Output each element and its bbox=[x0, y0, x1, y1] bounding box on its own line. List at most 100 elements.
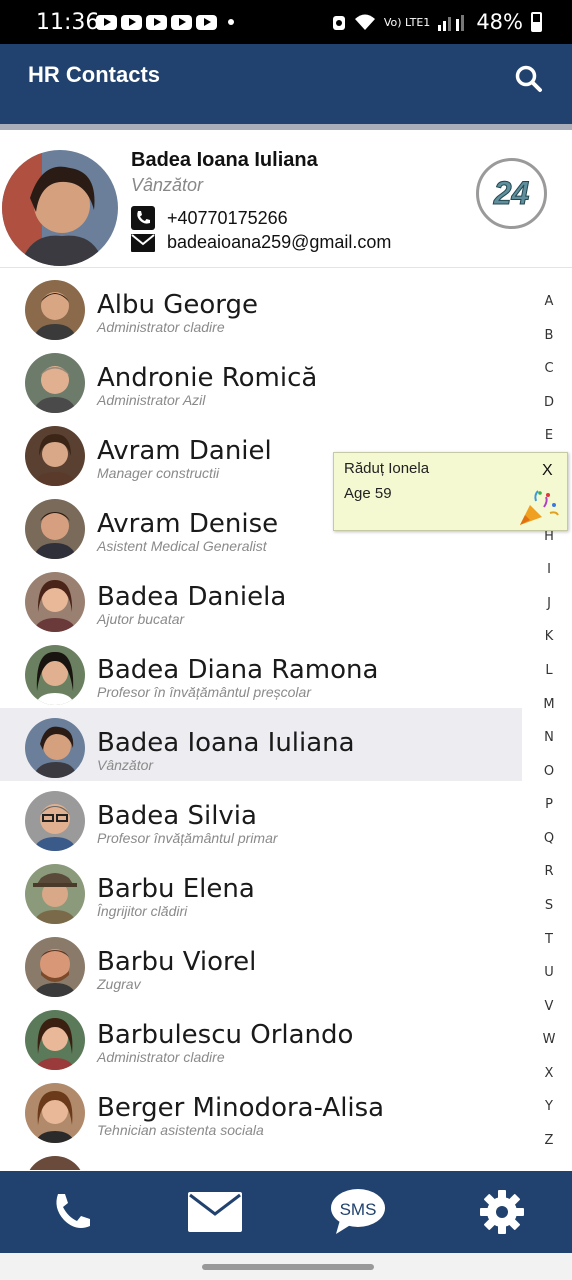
index-letter[interactable]: O bbox=[531, 764, 567, 779]
contact-row[interactable] bbox=[0, 1146, 522, 1170]
contact-job: Administrator Azil bbox=[97, 392, 206, 408]
settings-button[interactable] bbox=[474, 1185, 530, 1239]
bottom-bar: SMS bbox=[0, 1171, 572, 1253]
contact-row[interactable]: Barbu Elena Îngrijitor clădiri bbox=[0, 854, 522, 927]
contact-list[interactable]: Albu George Administrator cladire Andron… bbox=[0, 270, 522, 1170]
contact-row[interactable]: Albu George Administrator cladire bbox=[0, 270, 522, 343]
party-popper-icon bbox=[520, 490, 559, 525]
index-letter[interactable]: K bbox=[531, 629, 567, 644]
email-button[interactable] bbox=[187, 1185, 243, 1239]
birthday-age: Age 59 bbox=[344, 485, 392, 502]
profile-name: Badea Ioana Iuliana bbox=[131, 149, 318, 171]
index-letter[interactable]: X bbox=[531, 1066, 567, 1081]
contact-row[interactable]: Barbu Viorel Zugrav bbox=[0, 927, 522, 1000]
index-letter[interactable]: M bbox=[531, 697, 567, 712]
contact-row[interactable]: Berger Minodora-Alisa Tehnician asistent… bbox=[0, 1073, 522, 1146]
signal-icon bbox=[438, 15, 465, 31]
avatar bbox=[25, 645, 85, 705]
index-letter[interactable]: R bbox=[531, 864, 567, 879]
contact-job: Profesor în învățământul preșcolar bbox=[97, 684, 311, 700]
avatar bbox=[25, 280, 85, 340]
youtube-icon bbox=[96, 15, 117, 30]
avatar bbox=[25, 1010, 85, 1070]
index-letter[interactable]: E bbox=[531, 428, 567, 443]
birthday-name: Răduț Ionela bbox=[344, 460, 430, 477]
contact-row[interactable]: Barbulescu Orlando Administrator cladire bbox=[0, 1000, 522, 1073]
birthday-popup[interactable]: Răduț Ionela Age 59 X bbox=[333, 452, 568, 531]
index-letter[interactable]: N bbox=[531, 730, 567, 745]
contact-job: Vânzător bbox=[97, 757, 154, 773]
contact-job: Administrator cladire bbox=[97, 1049, 225, 1065]
index-letter[interactable]: B bbox=[531, 328, 567, 343]
contact-name: Badea Daniela bbox=[97, 582, 287, 612]
battery-icon bbox=[531, 12, 542, 32]
phone-icon bbox=[131, 206, 155, 230]
sms-icon: SMS bbox=[331, 1189, 385, 1234]
avatar bbox=[25, 864, 85, 924]
profile-email-row[interactable]: badeaioana259@gmail.com bbox=[131, 232, 391, 253]
index-letter[interactable]: W bbox=[531, 1032, 567, 1047]
avatar bbox=[25, 426, 85, 486]
battery-percent: 48% bbox=[476, 10, 523, 34]
home-gesture-bar[interactable] bbox=[202, 1264, 374, 1270]
profile-card: Badea Ioana Iuliana Vânzător +4077017526… bbox=[0, 136, 572, 268]
contact-row[interactable]: Badea Diana Ramona Profesor în învățămân… bbox=[0, 635, 522, 708]
call-button[interactable] bbox=[44, 1185, 100, 1239]
contact-row[interactable]: Badea Silvia Profesor învățământul prima… bbox=[0, 781, 522, 854]
index-letter[interactable]: A bbox=[531, 294, 567, 309]
contact-job: Profesor învățământul primar bbox=[97, 830, 278, 846]
contact-name: Barbulescu Orlando bbox=[97, 1020, 354, 1050]
contact-job: Ajutor bucatar bbox=[97, 611, 185, 627]
index-letter[interactable]: H bbox=[531, 529, 567, 544]
index-letter[interactable]: S bbox=[531, 898, 567, 913]
profile-phone[interactable]: +40770175266 bbox=[167, 208, 288, 229]
index-letter[interactable]: L bbox=[531, 663, 567, 678]
wifi-icon bbox=[354, 14, 375, 30]
youtube-icon bbox=[171, 15, 192, 30]
youtube-icon bbox=[196, 15, 217, 30]
contact-job: Manager constructii bbox=[97, 465, 220, 481]
avatar bbox=[25, 937, 85, 997]
index-letter[interactable]: Z bbox=[531, 1133, 567, 1148]
index-letter[interactable]: U bbox=[531, 965, 567, 980]
contact-row-selected[interactable]: Badea Ioana Iuliana Vânzător bbox=[0, 708, 522, 781]
sms-label: SMS bbox=[340, 1200, 377, 1219]
profile-role: Vânzător bbox=[131, 175, 204, 195]
index-letter[interactable]: V bbox=[531, 999, 567, 1014]
contact-job: Îngrijitor clădiri bbox=[97, 903, 188, 919]
status-time: 11:36 bbox=[36, 10, 100, 35]
avatar bbox=[25, 572, 85, 632]
index-letter[interactable]: P bbox=[531, 797, 567, 812]
contact-name: Andronie Romică bbox=[97, 363, 318, 393]
phone-icon bbox=[56, 1194, 90, 1228]
contact-job: Asistent Medical Generalist bbox=[97, 538, 267, 554]
network-label: Vo) LTE1 bbox=[383, 15, 431, 29]
index-letter[interactable]: Y bbox=[531, 1099, 567, 1114]
profile-phone-row[interactable]: +40770175266 bbox=[131, 206, 288, 230]
contact-name: Avram Daniel bbox=[97, 436, 272, 466]
system-nav-bar bbox=[0, 1253, 572, 1280]
sms-button[interactable]: SMS bbox=[330, 1185, 386, 1239]
contact-name: Avram Denise bbox=[97, 509, 279, 539]
calendar-badge[interactable]: 24 bbox=[476, 158, 547, 229]
profile-avatar[interactable] bbox=[2, 150, 118, 266]
index-letter[interactable]: D bbox=[531, 395, 567, 410]
contact-job: Zugrav bbox=[97, 976, 141, 992]
contact-name: Barbu Elena bbox=[97, 874, 255, 904]
close-button[interactable]: X bbox=[542, 462, 553, 480]
contact-row[interactable]: Andronie Romică Administrator Azil bbox=[0, 343, 522, 416]
index-letter[interactable]: Q bbox=[531, 831, 567, 846]
app-title: HR Contacts bbox=[28, 62, 161, 87]
avatar bbox=[25, 791, 85, 851]
contact-name: Badea Silvia bbox=[97, 801, 257, 831]
search-icon[interactable] bbox=[514, 64, 544, 94]
index-letter[interactable]: I bbox=[531, 562, 567, 577]
contact-row[interactable]: Badea Daniela Ajutor bucatar bbox=[0, 562, 522, 635]
contact-job: Administrator cladire bbox=[97, 319, 225, 335]
profile-email[interactable]: badeaioana259@gmail.com bbox=[167, 232, 391, 253]
index-letter[interactable]: T bbox=[531, 932, 567, 947]
index-letter[interactable]: J bbox=[531, 596, 567, 611]
status-bar: 11:36 Vo) LTE1 48% bbox=[0, 0, 572, 44]
youtube-icon bbox=[121, 15, 142, 30]
index-letter[interactable]: C bbox=[531, 361, 567, 376]
